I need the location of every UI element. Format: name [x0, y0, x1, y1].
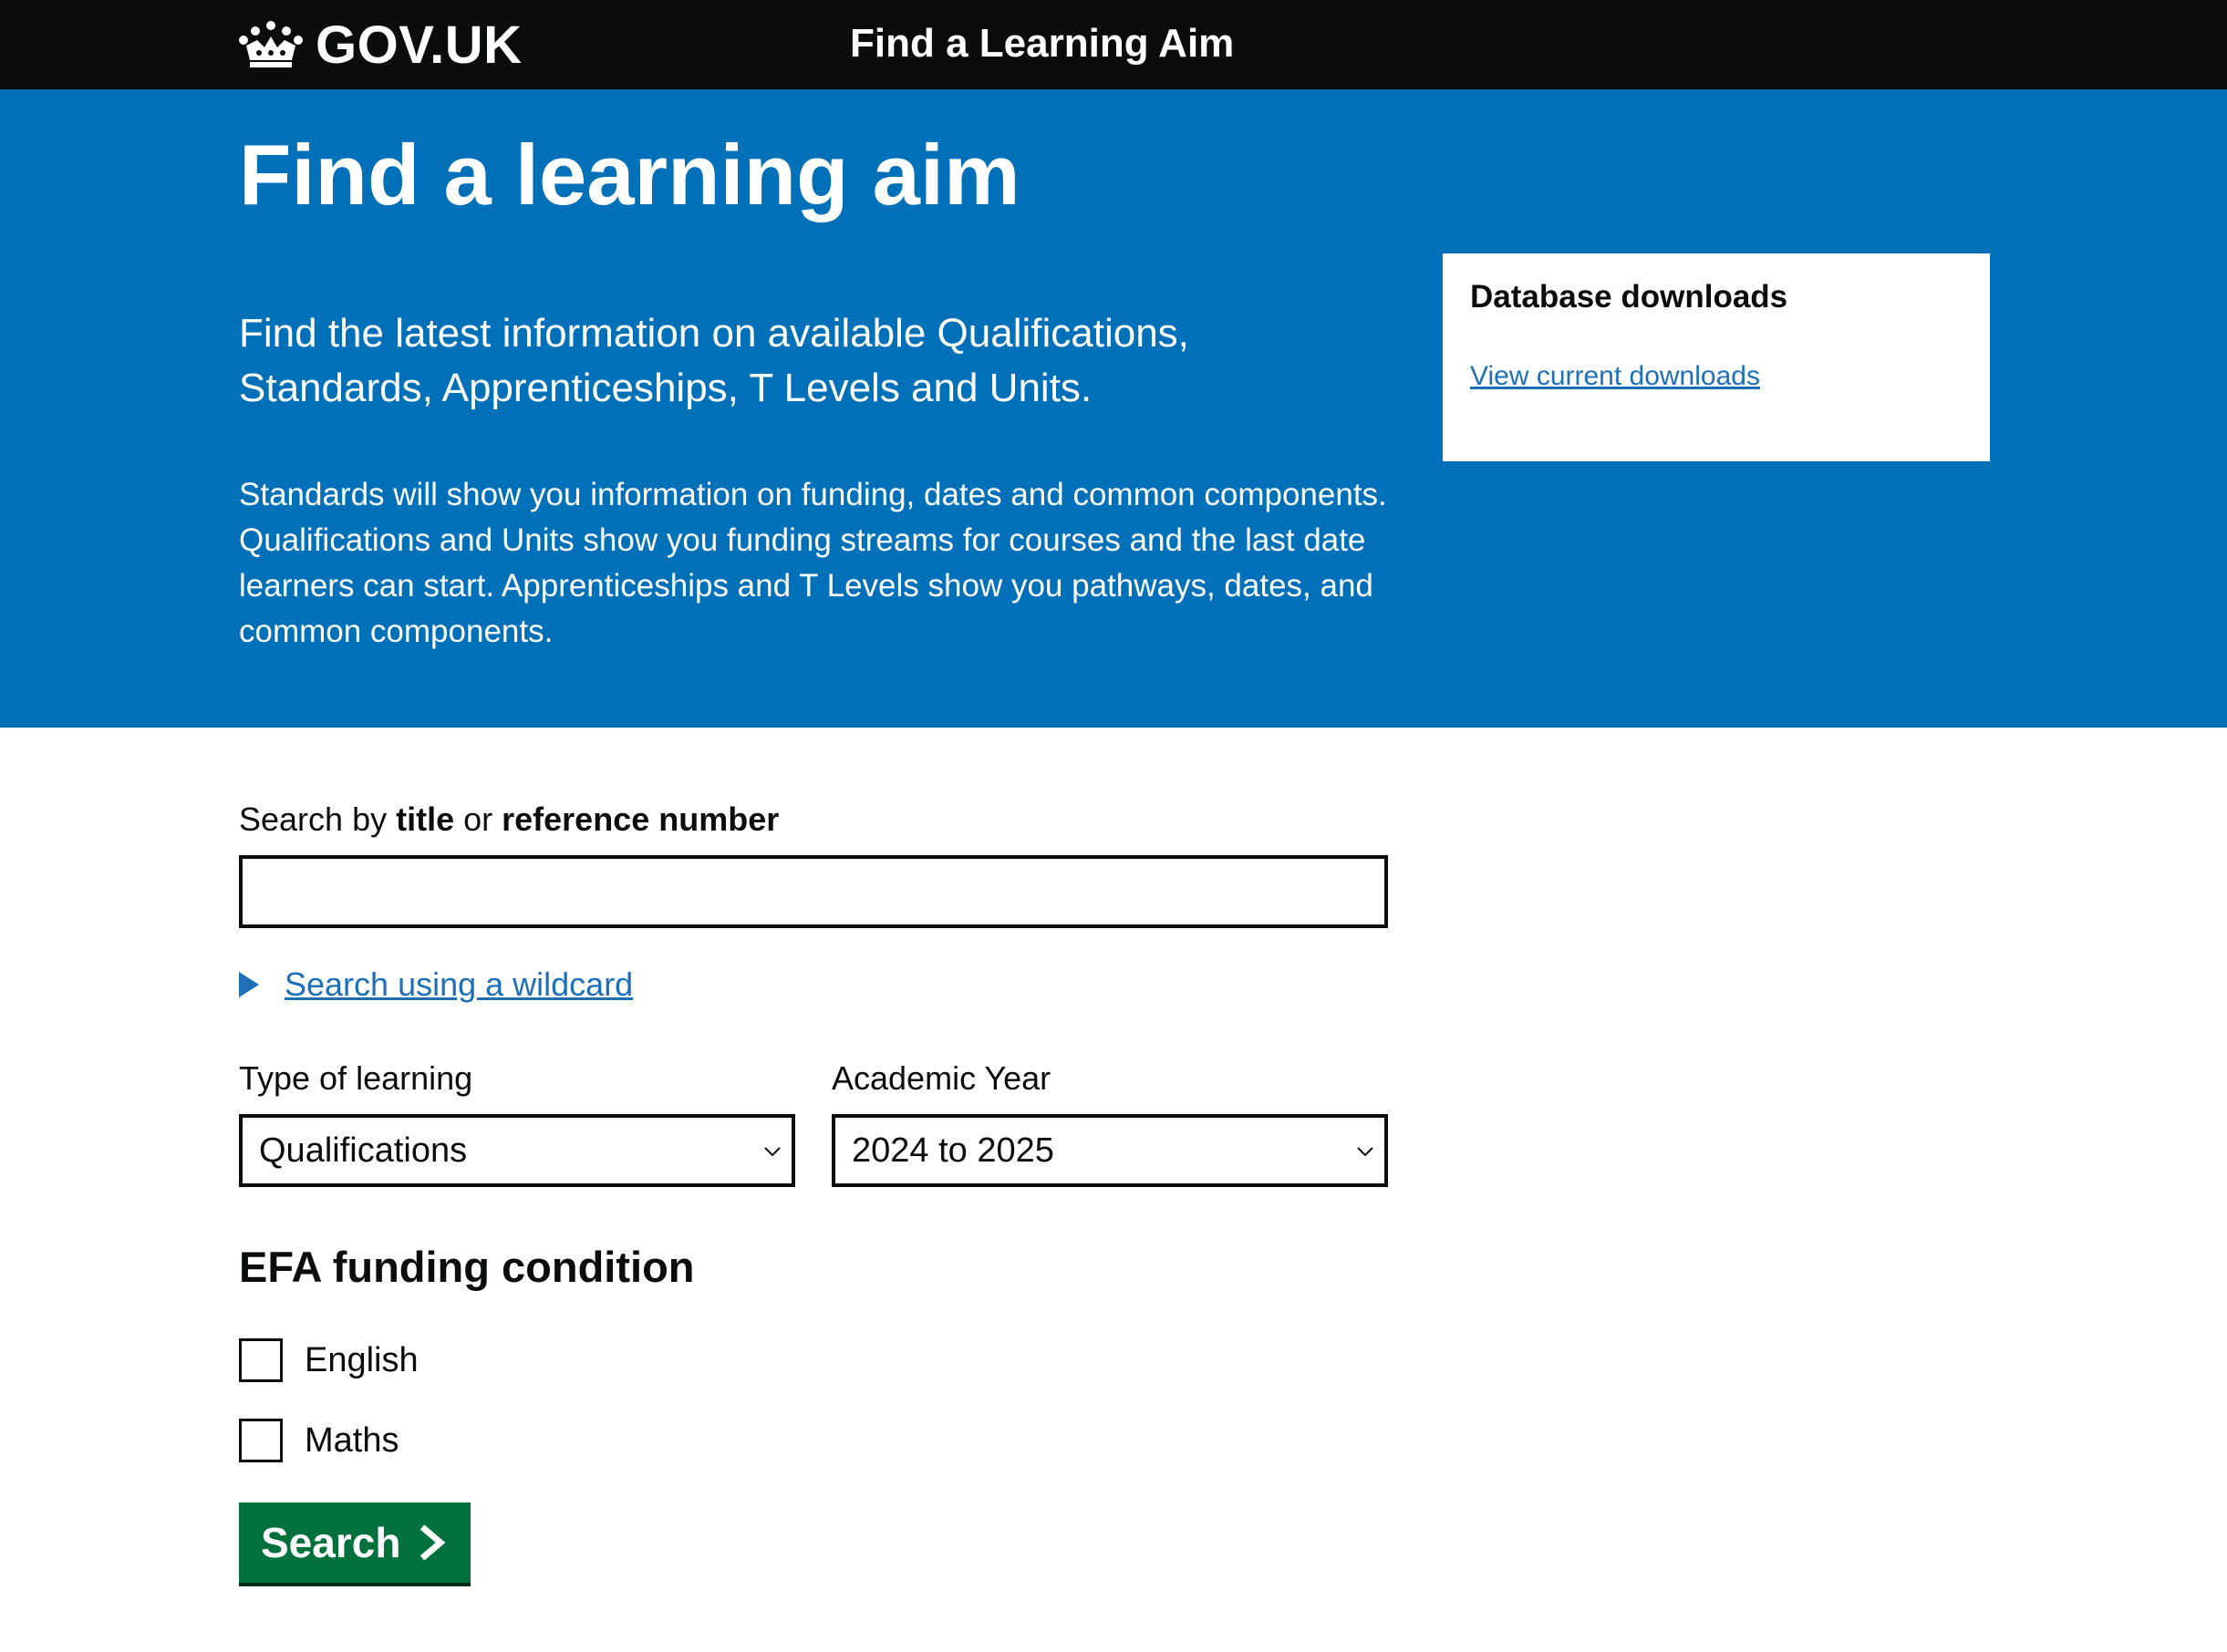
expand-triangle-icon: [239, 972, 259, 997]
wildcard-details-toggle[interactable]: Search using a wildcard: [239, 963, 633, 1007]
chevron-down-icon: [764, 1147, 781, 1157]
hero-body-text: Standards will show you information on f…: [239, 477, 1387, 649]
type-of-learning-select[interactable]: Qualifications: [239, 1114, 795, 1187]
checkbox-english-row[interactable]: English: [239, 1338, 419, 1382]
efa-funding-heading: EFA funding condition: [239, 1243, 695, 1291]
search-button[interactable]: Search: [239, 1502, 471, 1583]
search-label-reference: reference number: [502, 800, 780, 838]
search-label-prefix: Search by: [239, 800, 397, 838]
academic-year-label: Academic Year: [832, 1059, 1051, 1097]
checkbox-maths-row[interactable]: Maths: [239, 1419, 399, 1462]
type-of-learning-label: Type of learning: [239, 1059, 473, 1097]
chevron-down-icon: [1357, 1147, 1373, 1157]
search-input[interactable]: [239, 855, 1388, 928]
checkbox-english[interactable]: [239, 1338, 283, 1382]
downloads-heading: Database downloads: [1470, 279, 1788, 315]
search-label-title: title: [396, 800, 455, 838]
search-label-or: or: [454, 800, 502, 838]
logo-text: GOV.UK: [316, 15, 523, 75]
checkbox-english-label[interactable]: English: [305, 1341, 419, 1380]
view-downloads-link[interactable]: View current downloads: [1470, 361, 1760, 392]
search-label: Search by title or reference number: [239, 800, 779, 839]
wildcard-link[interactable]: Search using a wildcard: [285, 965, 633, 1004]
service-name-link[interactable]: Find a Learning Aim: [850, 16, 1234, 71]
site-header: GOV.UK Find a Learning Aim: [0, 0, 2227, 89]
search-button-label: Search: [261, 1519, 401, 1566]
page-title: Find a learning aim: [239, 127, 1020, 222]
crown-icon: [239, 21, 303, 67]
academic-year-select[interactable]: 2024 to 2025: [832, 1114, 1388, 1187]
checkbox-maths-label[interactable]: Maths: [305, 1421, 399, 1461]
database-downloads-panel: Database downloads View current download…: [1443, 253, 1990, 461]
academic-year-value: 2024 to 2025: [852, 1131, 1054, 1170]
hero-banner: Find a learning aim Find the latest info…: [0, 89, 2227, 728]
type-of-learning-value: Qualifications: [259, 1131, 468, 1170]
checkbox-maths[interactable]: [239, 1419, 283, 1462]
hero-lead-text: Find the latest information on available…: [239, 311, 1189, 410]
govuk-logo-link[interactable]: GOV.UK: [239, 15, 522, 75]
chevron-right-icon: [420, 1524, 446, 1561]
